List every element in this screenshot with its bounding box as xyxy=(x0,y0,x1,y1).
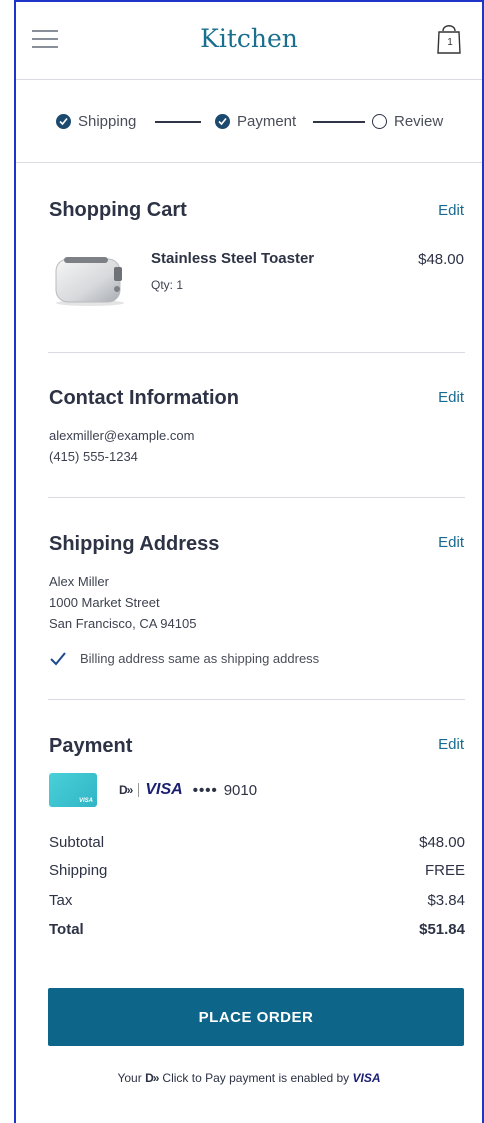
card-visa-logo: VISA xyxy=(78,798,93,804)
top-bar: Kitchen 1 xyxy=(16,2,482,80)
store-title: Kitchen xyxy=(200,24,298,53)
check-circle-icon xyxy=(56,113,71,129)
check-circle-icon xyxy=(215,113,230,129)
card-last4: 9010 xyxy=(223,781,258,799)
subtotal-label: Subtotal xyxy=(49,834,105,851)
shipping-street: 1000 Market Street xyxy=(49,595,160,610)
contact-phone: (415) 555-1234 xyxy=(49,449,138,464)
shipping-title: Shipping Address xyxy=(49,533,220,555)
shipping-label: Shipping xyxy=(49,862,108,879)
step-connector xyxy=(155,121,201,123)
checkmark-icon xyxy=(50,651,66,665)
step-connector xyxy=(313,121,365,123)
billing-same-checkbox[interactable]: Billing address same as shipping address xyxy=(50,651,319,666)
cart-title: Shopping Cart xyxy=(49,199,187,221)
summary-tax: Tax $3.84 xyxy=(49,892,465,914)
visa-logo: VISA xyxy=(352,1071,381,1085)
shipping-city: San Francisco, CA 94105 xyxy=(49,616,197,631)
total-label: Total xyxy=(49,921,84,938)
divider xyxy=(48,352,465,353)
shipping-name: Alex Miller xyxy=(49,574,109,589)
cart-count: 1 xyxy=(447,37,453,48)
edit-contact-link[interactable]: Edit xyxy=(438,389,464,406)
separator xyxy=(138,783,140,797)
contact-title: Contact Information xyxy=(49,387,239,409)
billing-same-label: Billing address same as shipping address xyxy=(80,651,320,666)
payment-method: D» VISA •••• 9010 xyxy=(119,781,257,799)
product-price: $48.00 xyxy=(418,251,464,268)
divider xyxy=(48,699,465,700)
edit-shipping-link[interactable]: Edit xyxy=(438,534,464,551)
tax-value: $3.84 xyxy=(427,892,465,909)
summary-total: Total $51.84 xyxy=(49,921,465,943)
summary-shipping: Shipping FREE xyxy=(49,862,465,884)
step-shipping[interactable]: Shipping xyxy=(56,112,136,130)
click-to-pay-icon: D» xyxy=(145,1071,159,1085)
step-label: Payment xyxy=(237,112,297,130)
shopping-bag-icon[interactable]: 1 xyxy=(434,20,464,56)
footer-suffix: Click to Pay payment is enabled by xyxy=(162,1071,350,1085)
empty-circle-icon xyxy=(372,113,387,129)
masked-digits: •••• xyxy=(192,781,218,799)
footer-prefix: Your xyxy=(117,1071,142,1085)
checkout-app: Kitchen 1 Shipping Payment Review Shoppi… xyxy=(16,2,482,1123)
place-order-button[interactable]: PLACE ORDER xyxy=(48,988,464,1046)
summary-subtotal: Subtotal $48.00 xyxy=(49,834,465,856)
product-quantity: Qty: 1 xyxy=(151,278,184,292)
tax-label: Tax xyxy=(49,892,73,909)
edit-payment-link[interactable]: Edit xyxy=(438,736,464,753)
step-review[interactable]: Review xyxy=(372,112,443,130)
click-to-pay-note: Your D» Click to Pay payment is enabled b… xyxy=(16,1071,482,1085)
shipping-value: FREE xyxy=(424,862,465,879)
subtotal-value: $48.00 xyxy=(419,834,465,851)
step-label: Shipping xyxy=(78,112,137,130)
checkout-stepper: Shipping Payment Review xyxy=(16,81,482,163)
contact-email: alexmiller@example.com xyxy=(49,428,195,443)
divider xyxy=(48,497,465,498)
total-value: $51.84 xyxy=(419,921,465,938)
step-label: Review xyxy=(394,112,444,130)
click-to-pay-icon: D» xyxy=(119,783,133,797)
payment-title: Payment xyxy=(49,735,133,757)
product-name: Stainless Steel Toaster xyxy=(151,250,315,267)
edit-cart-link[interactable]: Edit xyxy=(438,202,464,219)
toaster-image xyxy=(50,249,128,307)
card-thumbnail: VISA xyxy=(49,773,97,807)
step-payment[interactable]: Payment xyxy=(215,112,296,130)
visa-logo: VISA xyxy=(145,781,183,798)
